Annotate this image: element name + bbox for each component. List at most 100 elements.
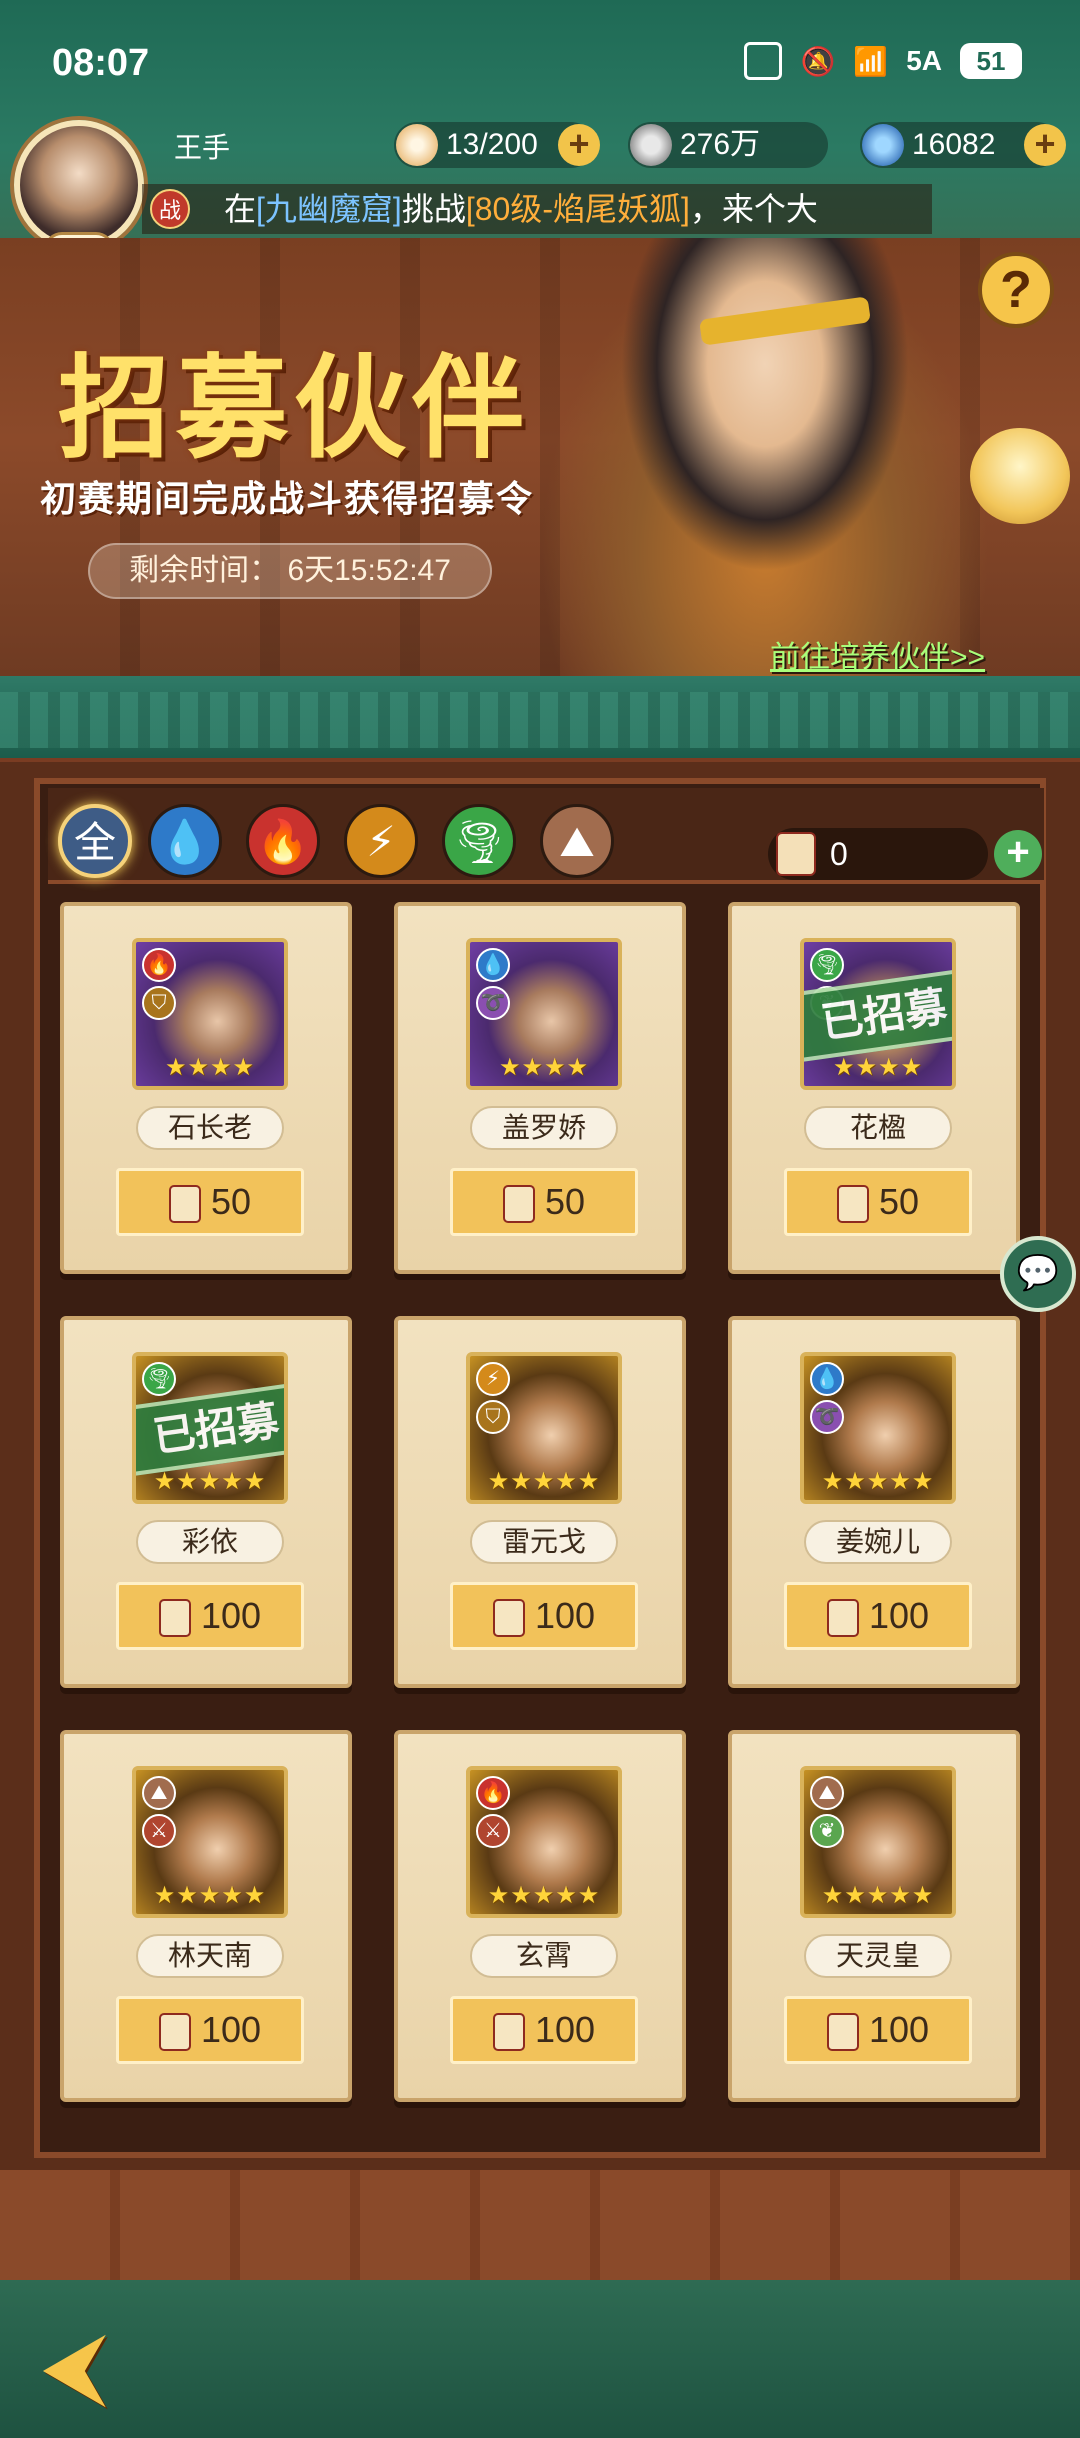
partner-portrait: ⚡ ⛉ ★★★★★ — [466, 1352, 622, 1504]
chat-button[interactable]: 💬 — [1000, 1236, 1076, 1312]
coin-resource: 276万 — [628, 122, 828, 168]
price-value: 100 — [534, 2009, 596, 2050]
timer-label: 剩余时间： — [129, 554, 280, 587]
partner-portrait: 🔥 ⚔ ★★★★★ — [466, 1766, 622, 1918]
bird-mascot — [970, 428, 1070, 524]
partner-name: 彩依 — [136, 1520, 284, 1564]
shield-role-icon: ⛉ — [142, 986, 176, 1020]
add-token-button[interactable]: + — [994, 830, 1042, 878]
partner-card[interactable]: ⚡ ⛉ ★★★★★ 雷元戈 100 — [394, 1316, 686, 1688]
coin-value: 276万 — [680, 128, 761, 161]
partner-portrait: 💧 ➰ ★★★★ — [466, 938, 622, 1090]
price-value: 100 — [868, 1595, 930, 1636]
swirl-icon — [862, 124, 904, 166]
star-rating: ★★★★★ — [487, 1468, 601, 1495]
partner-card[interactable]: ⛰ ⚔ ★★★★★ 林天南 100 — [60, 1730, 352, 2102]
coin-icon — [630, 124, 672, 166]
price-value: 100 — [200, 1595, 262, 1636]
marquee-target: [80级-焰尾妖狐] — [465, 191, 690, 227]
stamina-resource: 13/200 + — [394, 122, 600, 168]
bun-icon — [396, 124, 438, 166]
partner-grid: 🔥 ⛉ ★★★★ 石长老 50 💧 ➰ ★★★★ 盖罗娇 50 🌪 ★★★★ 已… — [60, 902, 1030, 2142]
partner-name: 天灵皇 — [804, 1934, 952, 1978]
recruit-button[interactable]: 50 — [116, 1168, 304, 1236]
price-value: 100 — [200, 2009, 262, 2050]
recruit-button[interactable]: 50 — [784, 1168, 972, 1236]
partner-card[interactable]: 🔥 ⚔ ★★★★★ 玄霄 100 — [394, 1730, 686, 2102]
recruit-button[interactable]: 100 — [450, 1582, 638, 1650]
stamina-add-button[interactable]: + — [558, 124, 600, 166]
hero-illustration — [540, 238, 990, 688]
filter-tab-fire[interactable]: 🔥 — [246, 804, 320, 878]
partner-card[interactable]: 💧 ➰ ★★★★ 盖罗娇 50 — [394, 902, 686, 1274]
flame-icon: 🔥 — [256, 818, 310, 865]
star-rating: ★★★★★ — [153, 1882, 267, 1909]
partner-card[interactable]: 🌪 ★★★★★ 已招募 彩依 100 — [60, 1316, 352, 1688]
marquee-prefix: 在 — [224, 191, 257, 227]
scroll-token-icon — [836, 1185, 869, 1224]
rock-icon: ⛰ — [559, 818, 595, 865]
star-rating: ★★★★ — [164, 1054, 256, 1081]
partner-portrait: 🌪 ❦ ★★★★ 已招募 — [800, 938, 956, 1090]
filter-tab-all[interactable]: 全 — [58, 804, 132, 878]
goto-partner-link[interactable]: 前往培养伙伴>> — [770, 632, 985, 676]
star-rating: ★★★★★ — [821, 1468, 935, 1495]
banner-title: 招募伙伴 — [58, 343, 530, 474]
recruit-button[interactable]: 100 — [450, 1996, 638, 2064]
wind-element-icon: 🌪 — [810, 948, 844, 982]
banner-subtitle: 初赛期间完成战斗获得招募令 — [40, 478, 535, 519]
gem-add-button[interactable]: + — [1024, 124, 1066, 166]
element-filter-bar: 全 💧 🔥 ⚡ 🌪 ⛰ 0 + — [48, 788, 1044, 884]
board-inner: 全 💧 🔥 ⚡ 🌪 ⛰ 0 + 🔥 ⛉ ★★★★ 石长老 50 💧 ➰ ★★★★… — [34, 778, 1046, 2158]
partner-card[interactable]: ⛰ ❦ ★★★★★ 天灵皇 100 — [728, 1730, 1020, 2102]
recruit-button[interactable]: 50 — [450, 1168, 638, 1236]
filter-tab-thunder[interactable]: ⚡ — [344, 804, 418, 878]
scroll-token-icon — [502, 1185, 535, 1224]
partner-name: 雷元戈 — [470, 1520, 618, 1564]
partner-name: 玄霄 — [470, 1934, 618, 1978]
swirl-role-icon: ➰ — [476, 986, 510, 1020]
partner-name: 花楹 — [804, 1106, 952, 1150]
help-button[interactable]: ? — [978, 252, 1054, 328]
partner-portrait: 🔥 ⛉ ★★★★ — [132, 938, 288, 1090]
status-bar: 08:07 🔕 📶 5A 51 — [0, 0, 1080, 120]
recruit-button[interactable]: 100 — [784, 1582, 972, 1650]
stamina-value: 13/200 — [446, 128, 538, 161]
sword-role-icon: ⚔ — [142, 1814, 176, 1848]
partner-card[interactable]: 🌪 ❦ ★★★★ 已招募 花楹 50 — [728, 902, 1020, 1274]
scroll-token-icon — [826, 1599, 859, 1638]
scroll-token-icon — [776, 832, 816, 876]
filter-tab-wind[interactable]: 🌪 — [442, 804, 516, 878]
nfc-icon — [744, 42, 783, 80]
partner-portrait: 🌪 ★★★★★ 已招募 — [132, 1352, 288, 1504]
tornado-icon: 🌪 — [452, 818, 506, 865]
partner-portrait: ⛰ ❦ ★★★★★ — [800, 1766, 956, 1918]
recruit-button[interactable]: 100 — [116, 1582, 304, 1650]
marquee-suffix: ，来个大 — [689, 191, 818, 227]
token-count: 0 — [830, 836, 848, 872]
filter-tab-earth[interactable]: ⛰ — [540, 804, 614, 878]
recruit-button[interactable]: 100 — [784, 1996, 972, 2064]
footer-background — [0, 2280, 1080, 2438]
filter-tab-water[interactable]: 💧 — [148, 804, 222, 878]
recruit-button[interactable]: 100 — [116, 1996, 304, 2064]
roof-decoration — [0, 676, 1080, 766]
scroll-token-icon — [168, 1185, 201, 1224]
thunder-element-icon: ⚡ — [476, 1362, 510, 1396]
back-button[interactable]: ⮜ — [24, 2322, 124, 2412]
price-value: 100 — [868, 2009, 930, 2050]
player-name: 王手 — [174, 132, 231, 163]
player-avatar[interactable] — [14, 120, 144, 250]
marquee-mid: 挑战 — [401, 191, 466, 227]
partner-card[interactable]: 🔥 ⛉ ★★★★ 石长老 50 — [60, 902, 352, 1274]
signal-label: 5A — [906, 45, 942, 76]
price-value: 50 — [210, 1181, 252, 1222]
recruit-board: 全 💧 🔥 ⚡ 🌪 ⛰ 0 + 🔥 ⛉ ★★★★ 石长老 50 💧 ➰ ★★★★… — [0, 762, 1080, 2182]
price-value: 50 — [878, 1181, 920, 1222]
remaining-time: 剩余时间： 6天15:52:47 — [88, 543, 492, 599]
partner-name: 石长老 — [136, 1106, 284, 1150]
swirl-role-icon: ➰ — [810, 1400, 844, 1434]
partner-card[interactable]: 💧 ➰ ★★★★★ 姜婉儿 100 — [728, 1316, 1020, 1688]
partner-portrait: 💧 ➰ ★★★★★ — [800, 1352, 956, 1504]
mute-icon: 🔕 — [800, 45, 836, 77]
